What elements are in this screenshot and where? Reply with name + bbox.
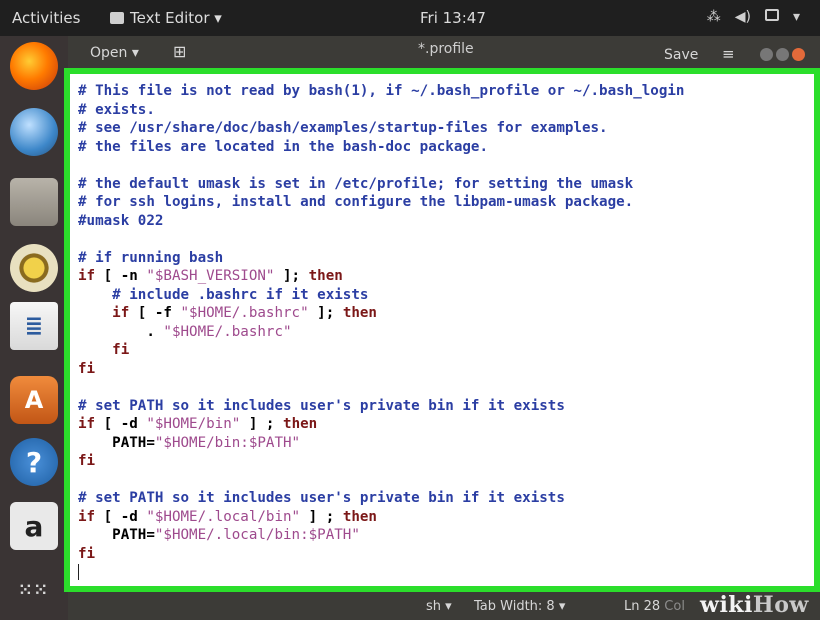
maximize-button[interactable] (776, 48, 789, 61)
thunderbird-icon[interactable] (10, 108, 58, 156)
volume-icon[interactable]: ◀) (735, 9, 751, 25)
code-line: #umask 022 (78, 212, 164, 229)
code-line: # if running bash (78, 249, 224, 266)
code-line: fi (78, 545, 96, 562)
wikihow-watermark: wikiHow (700, 592, 809, 618)
code-line: fi (112, 342, 130, 358)
code-line (78, 563, 684, 582)
network-icon[interactable]: ⁂ (707, 9, 721, 25)
minimize-button[interactable] (760, 48, 773, 61)
rhythmbox-icon[interactable] (10, 244, 58, 292)
cursor-position[interactable]: Ln 28 Col (624, 599, 685, 614)
code-line: # the default umask is set in /etc/profi… (78, 175, 634, 192)
amazon-icon[interactable]: a (10, 502, 58, 550)
top-panel: Activities Text Editor ▾ Fri 13:47 ⁂ ◀) … (0, 0, 820, 36)
libreoffice-writer-icon[interactable]: ≣ (10, 302, 58, 350)
app-menu-label: Text Editor ▾ (130, 9, 222, 27)
files-icon[interactable] (10, 178, 58, 226)
code-line: fi (78, 360, 96, 377)
launcher-dock: ≣ A ? a ⁙⁙ (0, 36, 68, 620)
activities-button[interactable]: Activities (12, 9, 80, 27)
code-content[interactable]: # This file is not read by bash(1), if ~… (78, 76, 684, 582)
editor-header-bar: Open ▾ ⊞ *.profile Save ≡ (68, 36, 820, 70)
hamburger-menu-icon[interactable]: ≡ (722, 45, 735, 63)
system-menu-arrow[interactable]: ▾ (793, 9, 800, 25)
app-menu[interactable]: Text Editor ▾ (110, 9, 222, 27)
code-line: # the files are located in the bash-doc … (78, 138, 488, 155)
tab-width-selector[interactable]: Tab Width: 8 ▾ (474, 599, 565, 614)
save-button[interactable]: Save (664, 47, 698, 63)
watermark-how: How (752, 592, 809, 618)
code-line: if [ -d "$HOME/bin" ] ; then (78, 416, 318, 432)
code-line: . "$HOME/.bashrc" (78, 323, 292, 340)
status-bar: sh ▾ Tab Width: 8 ▾ Ln 28 Col wikiHow (68, 592, 820, 620)
code-line: if [ -f "$HOME/.bashrc" ]; then (112, 305, 377, 321)
language-selector[interactable]: sh ▾ (426, 599, 452, 614)
text-editor-icon (110, 12, 124, 24)
open-button[interactable]: Open ▾ (90, 45, 139, 61)
code-line: # include .bashrc if it exists (78, 286, 369, 303)
code-line: # set PATH so it includes user's private… (78, 490, 565, 506)
code-line: fi (78, 453, 96, 469)
document-title: *.profile (418, 41, 474, 57)
code-line: if [ -d "$HOME/.local/bin" ] ; then (78, 508, 377, 525)
new-document-icon[interactable]: ⊞ (173, 42, 186, 61)
code-line: # This file is not read by bash(1), if ~… (78, 83, 685, 99)
code-line: PATH="$HOME/bin:$PATH" (78, 434, 301, 451)
text-cursor (78, 564, 79, 580)
close-button[interactable] (792, 48, 805, 61)
column-label: Col (664, 599, 685, 614)
code-line: # exists. (78, 101, 155, 118)
watermark-wiki: wiki (700, 592, 753, 618)
code-line: if [ -n "$BASH_VERSION" ]; then (78, 268, 343, 284)
firefox-icon[interactable] (10, 42, 58, 90)
system-tray[interactable]: ⁂ ◀) ▾ (707, 9, 800, 25)
code-line: # set PATH so it includes user's private… (78, 397, 565, 414)
code-line: # see /usr/share/doc/bash/examples/start… (78, 120, 608, 136)
clock[interactable]: Fri 13:47 (420, 9, 486, 27)
show-apps-icon[interactable]: ⁙⁙ (10, 566, 58, 614)
help-icon[interactable]: ? (10, 438, 58, 486)
line-number: Ln 28 (624, 599, 661, 614)
code-line: # for ssh logins, install and configure … (78, 194, 634, 210)
code-line: PATH="$HOME/.local/bin:$PATH" (78, 527, 360, 543)
text-editor-area[interactable]: # This file is not read by bash(1), if ~… (64, 68, 820, 592)
software-center-icon[interactable]: A (10, 376, 58, 424)
power-icon[interactable] (764, 9, 779, 25)
